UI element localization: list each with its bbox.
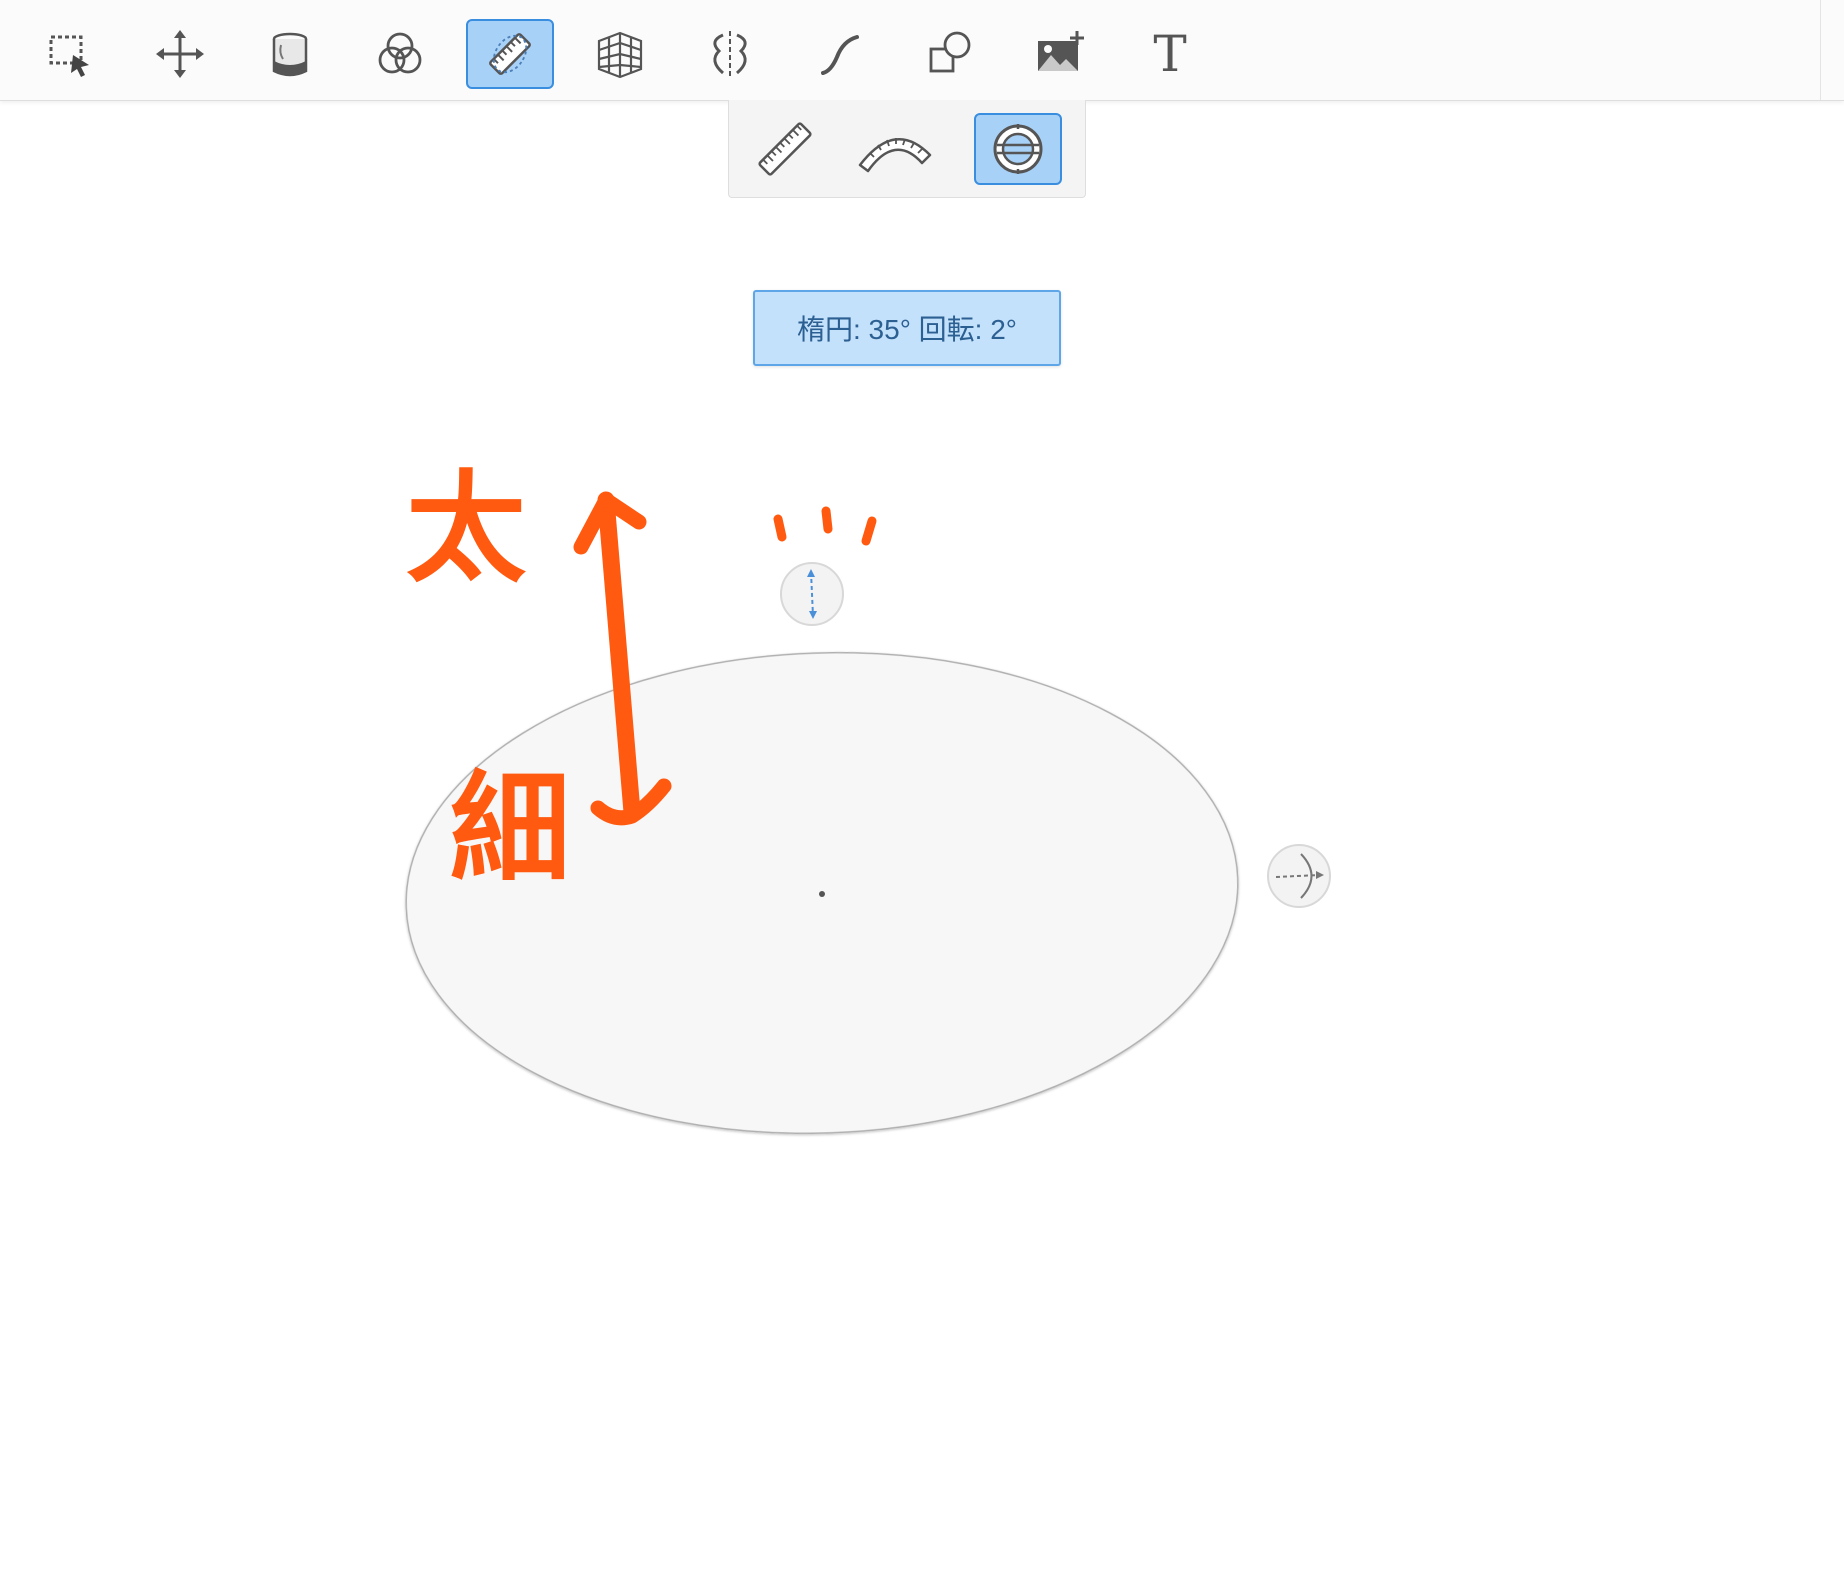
perspective-grid-icon [597,31,643,79]
guide-status-label: 楕円: 35° 回転: 2° [753,290,1061,366]
drawing-canvas: 太 細 [398,460,1331,1148]
selection-icon [49,35,89,77]
annotation-thick-label: 太 [406,460,526,599]
tool-symmetry[interactable] [686,19,774,89]
tool-move[interactable] [136,19,224,89]
tool-image[interactable] [1016,19,1104,89]
tool-shapes[interactable] [906,19,994,89]
move-icon [156,30,204,78]
tool-stroke[interactable] [796,19,884,89]
toolbar-edge [1820,0,1821,100]
tool-layers[interactable] [356,19,444,89]
ellipse-rotation-handle[interactable] [1267,844,1331,908]
shapes-icon [929,31,971,73]
guide-subtoolbar [728,100,1086,198]
annotation-emphasis-marks [773,506,877,546]
symmetry-icon [713,31,747,77]
ellipse-guide-icon [993,124,1043,174]
annotation-arrow-head-top [573,492,647,555]
add-image-icon [1038,31,1084,71]
ellipse-guide[interactable] [398,639,1246,1148]
paint-bucket-icon [272,32,308,77]
tool-guides[interactable] [466,19,554,89]
ellipse-axis-handle[interactable] [780,562,844,626]
blend-circles-icon [378,32,422,74]
ruler-icon [489,33,531,75]
tool-selection[interactable] [26,19,114,89]
main-toolbar: T [0,0,1844,101]
tool-fill[interactable] [246,19,334,89]
text-icon: T [1153,25,1187,83]
straight-ruler-icon [758,122,812,176]
tool-text[interactable]: T [1126,19,1214,89]
french-curve-icon [858,138,932,173]
tool-perspective[interactable] [576,19,664,89]
subtool-ruler[interactable] [741,113,829,185]
subtool-french-curve[interactable] [851,113,939,185]
subtool-ellipse[interactable] [974,113,1062,185]
curve-stroke-icon [821,35,859,75]
